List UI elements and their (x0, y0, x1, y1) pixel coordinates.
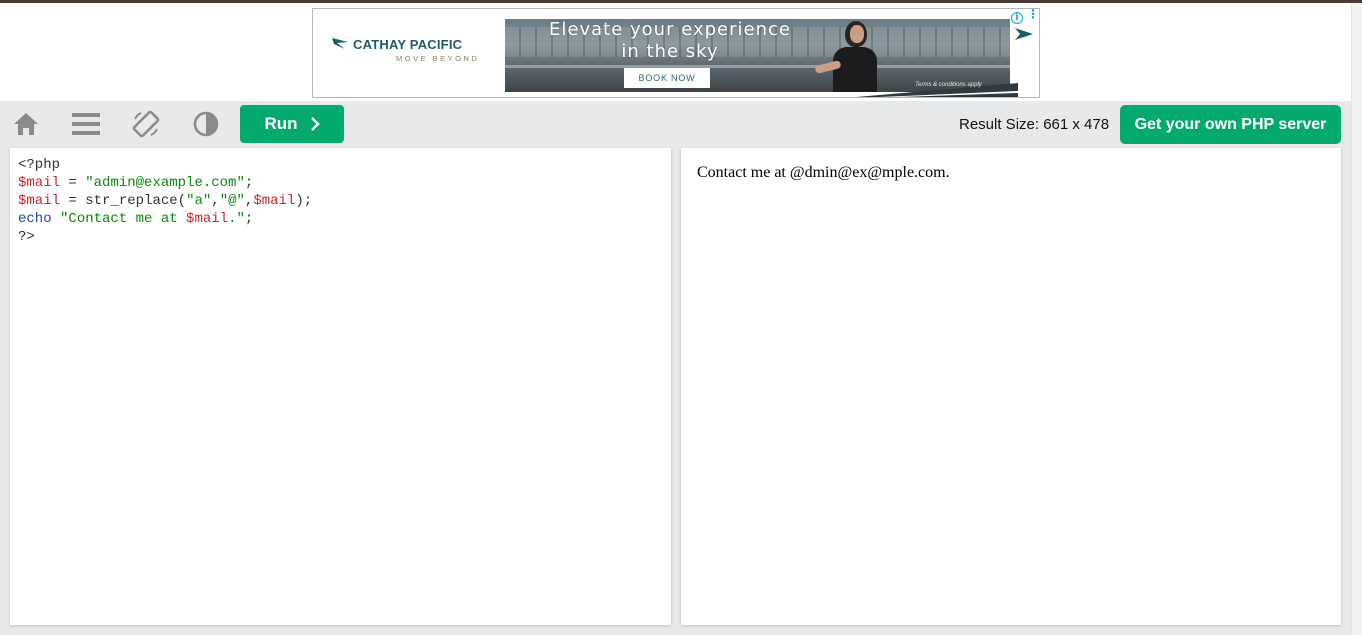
code-editor[interactable]: <?php $mail = "admin@example.com"; $mail =… (10, 148, 671, 625)
ad-brand-name: CATHAY PACIFIC (353, 37, 463, 52)
toolbar: Run Result Size: 661 x 478 Get your own … (0, 101, 1351, 147)
ad-headline-line2: in the sky (621, 41, 719, 62)
code-token-op: , (211, 193, 220, 209)
code-token-op (52, 211, 60, 227)
code-token-tag: <?php (18, 157, 61, 173)
ad-adchoices-arrow-icon[interactable] (1013, 26, 1035, 42)
ad-book-now-button[interactable]: BOOK NOW (624, 68, 710, 88)
code-line: ?> (18, 228, 663, 246)
workspace: <?php $mail = "admin@example.com"; $mail =… (0, 147, 1351, 635)
run-button-label: Run (264, 114, 298, 133)
ad-headline-line1: Elevate your experience (549, 19, 791, 40)
ad-options-icon[interactable]: ⋮ (1027, 9, 1039, 25)
result-output: Contact me at @dmin@ex@mple.com. (697, 164, 950, 181)
ad-photo-rail (505, 65, 1010, 68)
code-token-kw: echo (18, 211, 52, 227)
get-php-server-button[interactable]: Get your own PHP server (1120, 105, 1341, 144)
result-pane: Contact me at @dmin@ex@mple.com. (681, 148, 1341, 625)
result-size-label: Result Size: 661 x 478 (959, 116, 1110, 133)
code-token-fn: str_replace( (85, 193, 187, 209)
code-token-var: $mail (186, 211, 229, 227)
code-token-op: = (60, 175, 86, 191)
code-token-op: ; (244, 211, 254, 227)
code-token-op: ); (295, 193, 313, 209)
code-line: echo "Contact me at $mail."; (18, 210, 663, 228)
advertisement-banner[interactable]: CATHAY PACIFIC MOVE BEYOND Elevate your … (312, 8, 1040, 98)
code-token-var: $mail (18, 175, 61, 191)
code-token-var: $mail (18, 193, 61, 209)
code-token-str: "Contact me at (60, 211, 187, 227)
code-token-tag: ?> (18, 229, 35, 245)
menu-icon[interactable] (71, 109, 101, 139)
code-token-var: $mail (253, 193, 296, 209)
run-button[interactable]: Run (240, 105, 344, 143)
code-line: <?php (18, 156, 663, 174)
code-token-str: "admin@example.com" (85, 175, 245, 191)
code-token-str: "@" (219, 193, 245, 209)
ad-tagline: MOVE BEYOND (396, 54, 480, 63)
ad-logo: CATHAY PACIFIC MOVE BEYOND (331, 37, 491, 77)
code-line: $mail = "admin@example.com"; (18, 174, 663, 192)
rotate-icon[interactable] (131, 109, 161, 139)
code-token-str: ." (228, 211, 245, 227)
ad-headline: Elevate your experience in the sky (505, 19, 835, 63)
chevron-right-icon (310, 117, 320, 131)
ad-area: CATHAY PACIFIC MOVE BEYOND Elevate your … (0, 3, 1351, 101)
page-scrollbar[interactable] (1351, 3, 1362, 635)
ad-info-icon[interactable]: i (1011, 12, 1023, 24)
ad-photo-person-face (850, 25, 864, 43)
code-token-op: = (60, 193, 86, 209)
code-token-str: "a" (186, 193, 212, 209)
ad-terms: Terms & conditions apply (915, 82, 982, 88)
home-icon[interactable] (11, 109, 41, 139)
brushwing-icon (332, 38, 348, 49)
code-token-op: ; (244, 175, 254, 191)
contrast-icon[interactable] (191, 109, 221, 139)
code-line: $mail = str_replace("a","@",$mail); (18, 192, 663, 210)
